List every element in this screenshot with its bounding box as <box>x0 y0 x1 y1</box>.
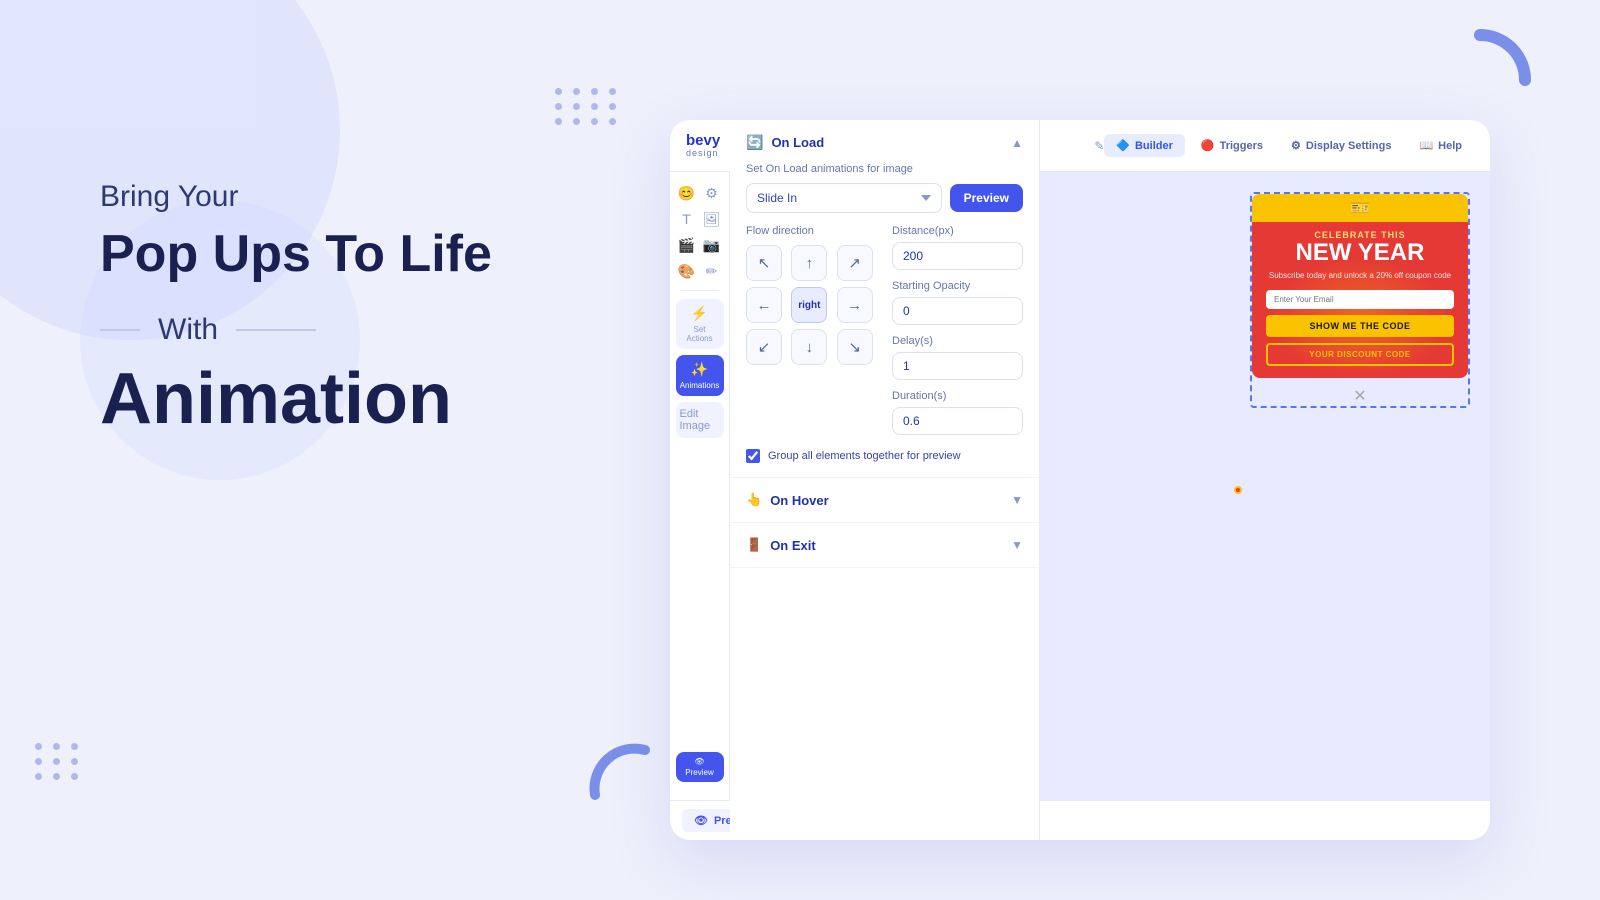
sidebar-icon-group2: T 🖼 <box>676 208 724 230</box>
duration-input[interactable] <box>892 407 1023 435</box>
sidebar-preview-btn[interactable]: 👁 Preview <box>676 752 724 782</box>
builder-icon: 🔷 <box>1116 139 1130 152</box>
sidebar: 😊 ⚙ T 🖼 🎬 📷 🎨 ✏ ⚡ Set Actions ✨ <box>670 172 730 800</box>
on-hover-section[interactable]: 👆 On Hover ▼ <box>730 478 1039 523</box>
bottom-preview-eye-icon: 👁 <box>694 814 708 827</box>
on-exit-chevron: ▼ <box>1011 538 1023 552</box>
params-col: Distance(px) Starting Opacity Delay(s) D… <box>892 225 1023 445</box>
delay-label: Delay(s) <box>892 335 1023 347</box>
flow-direction-col: Flow direction ↖ ↑ ↗ ← right → ↙ ↓ ↘ <box>746 225 876 445</box>
sidebar-icon-group3: 🎬 📷 <box>676 234 724 256</box>
dir-btn-down[interactable]: ↓ <box>791 329 827 365</box>
logo-bevy: bevy <box>686 133 720 148</box>
sidebar-icon-edit[interactable]: ✏ <box>701 260 723 282</box>
distance-label: Distance(px) <box>892 225 1023 237</box>
popup-inner: 🎫 CELEBRATE THIS NEW YEAR Subscribe toda… <box>1252 194 1468 378</box>
hero-line1: Bring Your <box>100 180 650 214</box>
topbar-actions: 🔷 Builder 🔴 Triggers ⚙ Display Settings … <box>1104 134 1474 157</box>
popup-new-year-text: NEW YEAR <box>1266 240 1454 266</box>
on-exit-section[interactable]: 🚪 On Exit ▼ <box>730 523 1039 568</box>
flow-direction-label: Flow direction <box>746 225 876 237</box>
logo: bevy design <box>686 133 720 158</box>
left-content: Bring Your Pop Ups To Life With Animatio… <box>100 180 650 435</box>
display-settings-button[interactable]: ⚙ Display Settings <box>1279 134 1403 157</box>
dir-btn-topleft[interactable]: ↖ <box>746 245 782 281</box>
popup-preview: 🎫 CELEBRATE THIS NEW YEAR Subscribe toda… <box>1250 192 1470 408</box>
starting-opacity-label: Starting Opacity <box>892 280 1023 292</box>
bg-curve-bottom <box>585 740 655 800</box>
popup-content: 🎫 CELEBRATE THIS NEW YEAR Subscribe toda… <box>1266 194 1454 366</box>
animation-type-row: Slide In Preview <box>746 183 1023 213</box>
sidebar-icon-video[interactable]: 🎬 <box>676 234 698 256</box>
on-load-section: 🔄 On Load ▲ Set On Load animations for i… <box>730 172 1039 478</box>
on-hover-title: 👆 On Hover <box>746 492 829 508</box>
delay-input[interactable] <box>892 352 1023 380</box>
builder-button[interactable]: 🔷 Builder <box>1104 134 1185 157</box>
dir-btn-topright[interactable]: ↗ <box>837 245 873 281</box>
on-load-sub-label: Set On Load animations for image <box>746 172 1023 175</box>
duration-label: Duration(s) <box>892 390 1023 402</box>
set-actions-icon: ⚡ <box>691 305 708 322</box>
dir-btn-bottomright[interactable]: ↘ <box>837 329 873 365</box>
display-settings-icon: ⚙ <box>1291 139 1301 152</box>
anim-dot-red <box>1234 486 1242 494</box>
edit-image-label: Edit Image <box>680 408 720 432</box>
logo-design: design <box>686 148 720 158</box>
sidebar-icon-photo[interactable]: 📷 <box>701 234 723 256</box>
on-exit-icon: 🚪 <box>746 537 762 553</box>
edit-title-icon[interactable]: ✎ <box>1094 139 1104 153</box>
sidebar-icon-text[interactable]: T <box>676 208 698 230</box>
dir-btn-up[interactable]: ↑ <box>791 245 827 281</box>
starting-opacity-input[interactable] <box>892 297 1023 325</box>
group-checkbox[interactable] <box>746 449 760 463</box>
popup-close-icon[interactable]: ✕ <box>1252 386 1468 406</box>
on-hover-chevron: ▼ <box>1011 493 1023 507</box>
ui-panel: bevy design ‹ Basic Holidays Lead Genera… <box>670 120 1490 840</box>
animations-icon: ✨ <box>691 361 708 378</box>
hero-animation: Animation <box>100 363 650 435</box>
on-exit-title: 🚪 On Exit <box>746 537 816 553</box>
preview-animation-btn[interactable]: Preview <box>950 184 1023 212</box>
help-button[interactable]: 📖 Help <box>1407 134 1474 157</box>
sidebar-icon-paint[interactable]: 🎨 <box>676 260 698 282</box>
animation-type-select[interactable]: Slide In <box>746 183 942 213</box>
help-icon: 📖 <box>1419 139 1433 152</box>
hero-with: With <box>100 313 650 347</box>
triggers-button[interactable]: 🔴 Triggers <box>1189 134 1275 157</box>
popup-cta-btn[interactable]: SHOW ME THE CODE <box>1266 315 1454 337</box>
direction-grid: ↖ ↑ ↗ ← right → ↙ ↓ ↘ <box>746 245 876 365</box>
popup-ticket-top: 🎫 <box>1252 194 1468 222</box>
group-checkbox-row: Group all elements together for preview <box>746 449 1023 463</box>
sidebar-divider <box>682 290 718 291</box>
bg-dots-top <box>555 88 619 125</box>
sidebar-icon-smile[interactable]: 😊 <box>676 182 698 204</box>
edit-image-btn[interactable]: Edit Image <box>676 402 724 438</box>
popup-discount-btn[interactable]: YOUR DISCOUNT CODE <box>1266 343 1454 366</box>
flow-and-distance: Flow direction ↖ ↑ ↗ ← right → ↙ ↓ ↘ <box>746 225 1023 445</box>
popup-subscribe-text: Subscribe today and unlock a 20% off cou… <box>1266 270 1454 281</box>
popup-email-input[interactable] <box>1266 290 1454 309</box>
animations-btn[interactable]: ✨ Animations <box>676 355 724 396</box>
dir-btn-bottomleft[interactable]: ↙ <box>746 329 782 365</box>
bg-curve-top-right <box>1425 25 1535 135</box>
bg-dots-bottom <box>35 743 81 780</box>
set-actions-btn[interactable]: ⚡ Set Actions <box>676 299 724 349</box>
sidebar-icon-group4: 🎨 ✏ <box>676 260 724 282</box>
sidebar-icon-group1: 😊 ⚙ <box>676 182 724 204</box>
main-area: 😊 ⚙ T 🖼 🎬 📷 🎨 ✏ ⚡ Set Actions ✨ <box>670 172 1490 800</box>
dir-btn-right-label[interactable]: right <box>791 287 827 323</box>
animation-panel: 🔄 On Load ▲ Set On Load animations for i… <box>730 172 1040 800</box>
hero-line2: Pop Ups To Life <box>100 226 650 283</box>
sidebar-icon-image[interactable]: 🖼 <box>701 208 723 230</box>
sidebar-icon-settings2[interactable]: ⚙ <box>701 182 723 204</box>
group-label: Group all elements together for preview <box>768 450 961 462</box>
preview-eye-icon: 👁 <box>694 757 704 766</box>
distance-input[interactable] <box>892 242 1023 270</box>
dir-btn-left[interactable]: ← <box>746 287 782 323</box>
on-hover-icon: 👆 <box>746 492 762 508</box>
dir-btn-right[interactable]: → <box>837 287 873 323</box>
triggers-icon: 🔴 <box>1201 139 1215 152</box>
